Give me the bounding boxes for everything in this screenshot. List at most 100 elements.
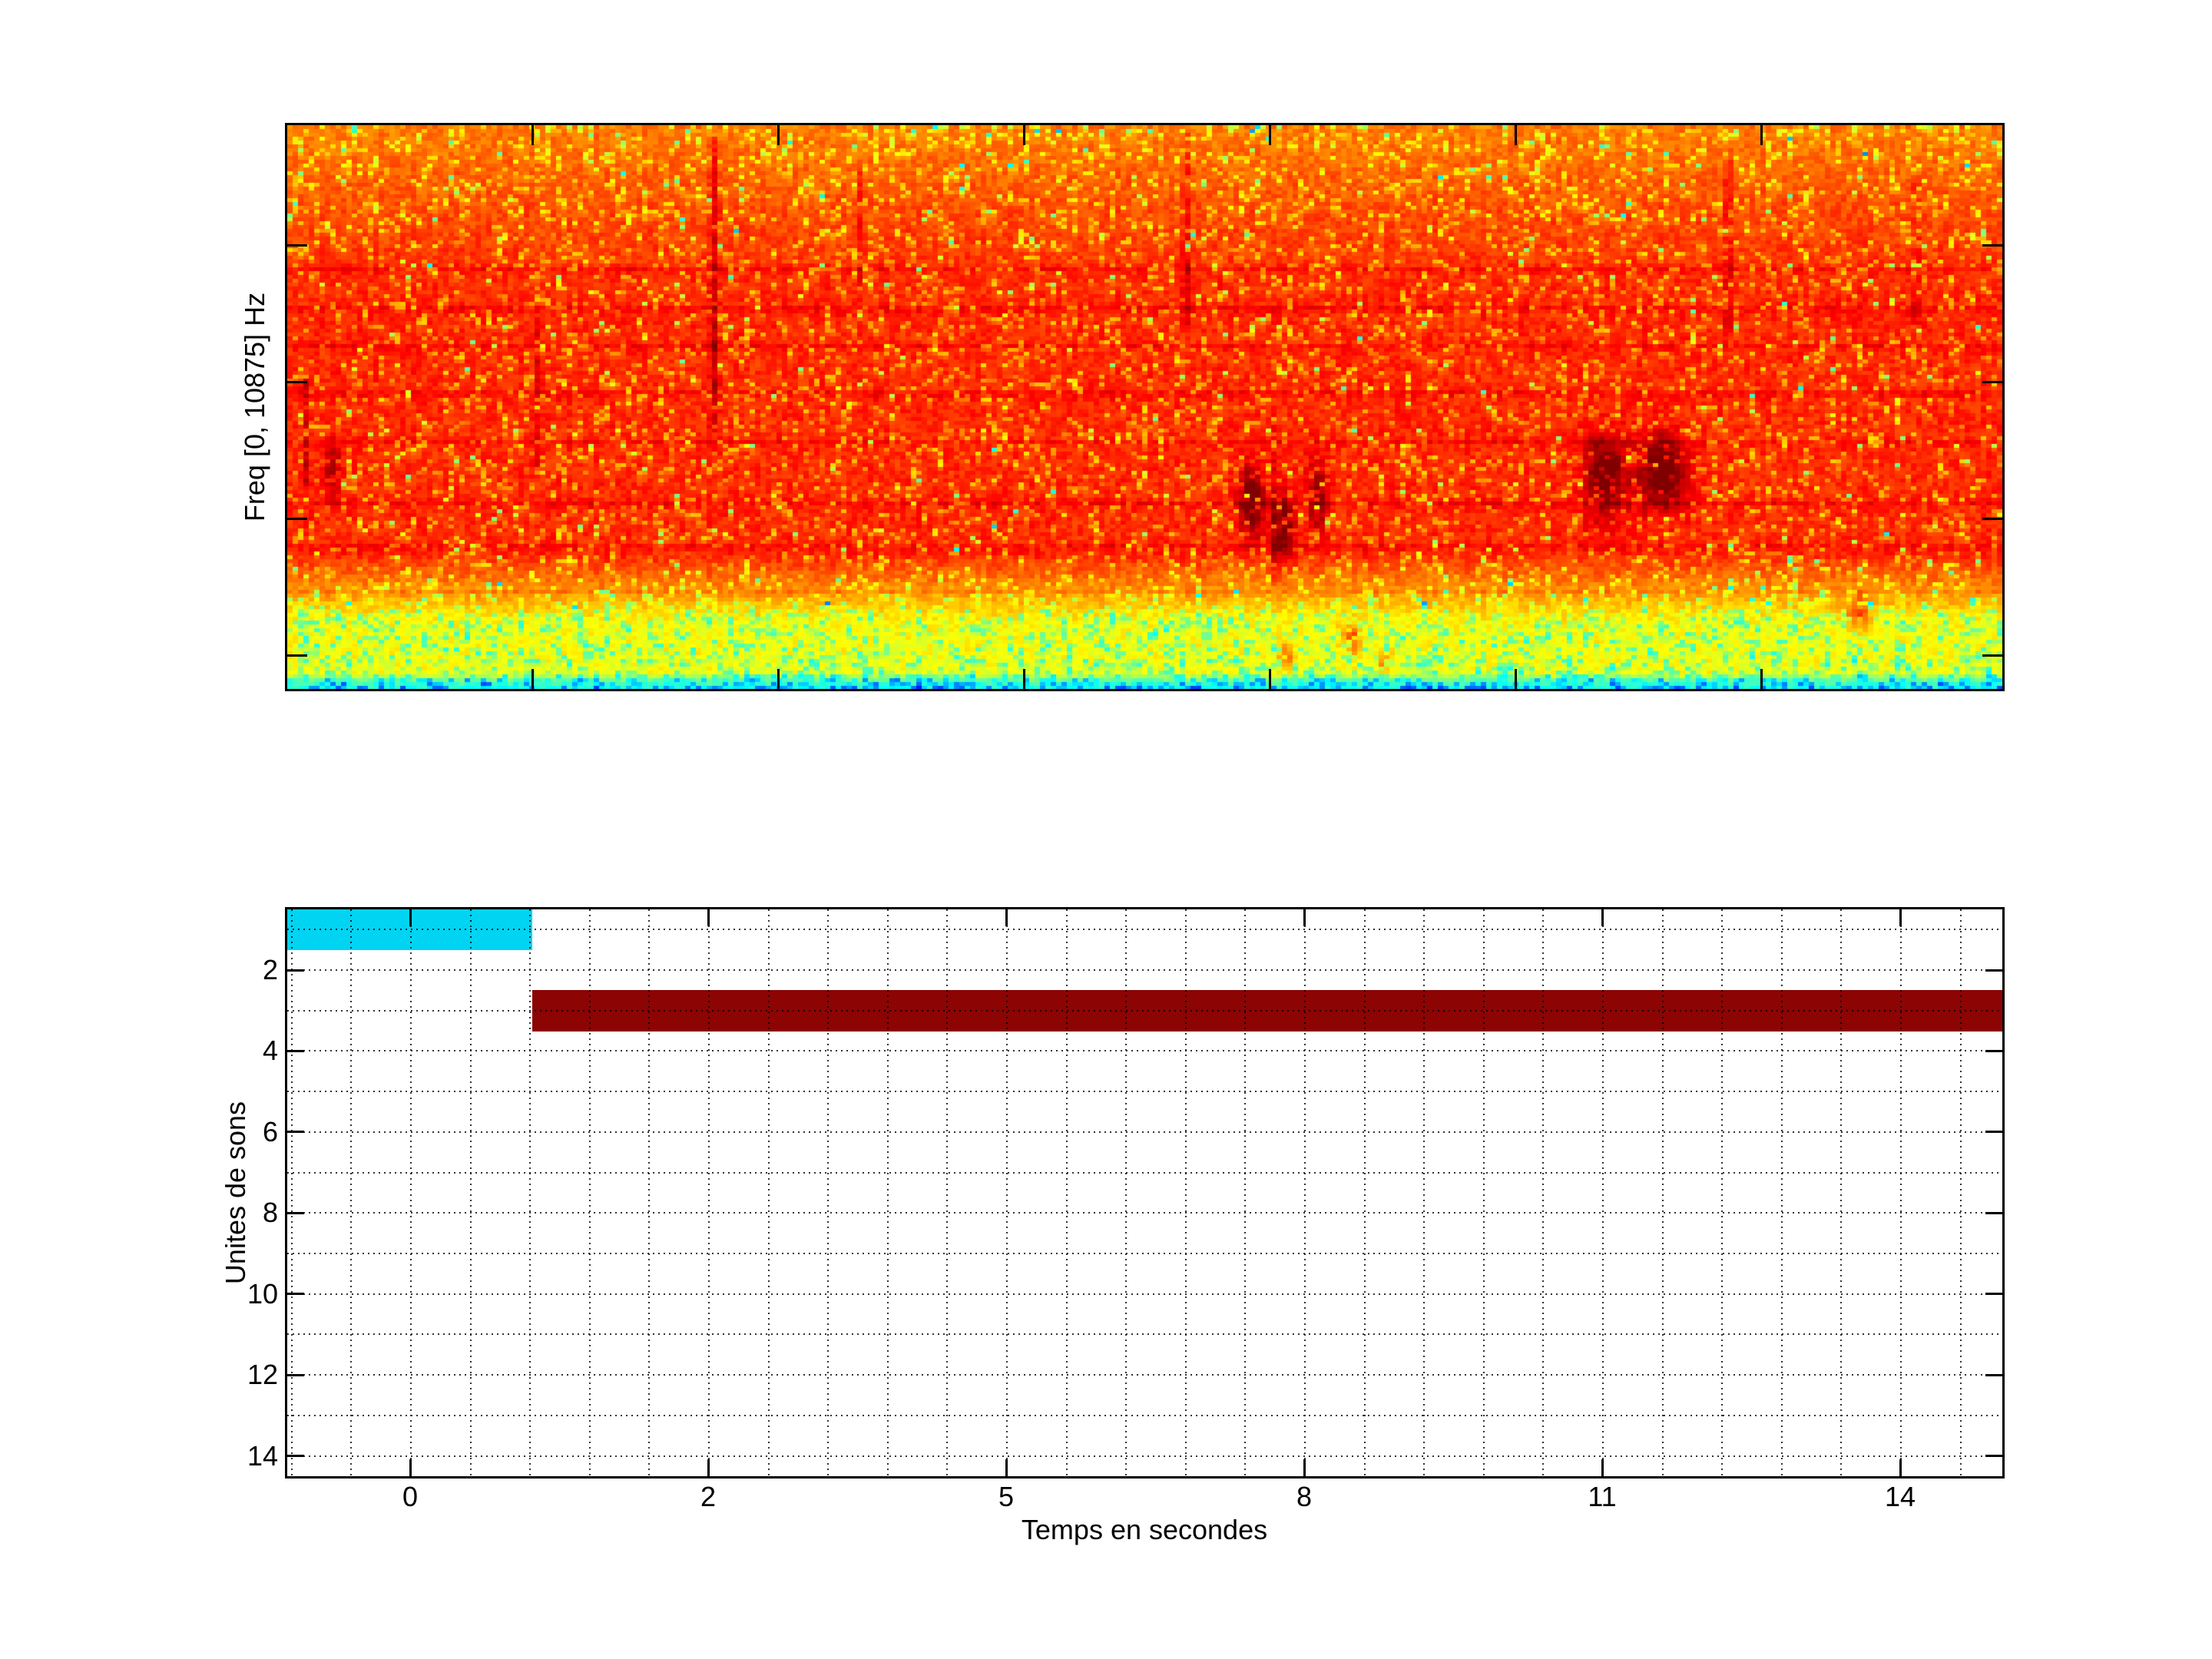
grid-line-vertical bbox=[1482, 909, 1485, 1476]
y-tick-right bbox=[1985, 969, 2002, 972]
y-tick-label: 6 bbox=[262, 1115, 278, 1147]
x-tick-top bbox=[409, 909, 412, 926]
y-tick-label: 12 bbox=[247, 1359, 278, 1391]
y-tick-left bbox=[287, 969, 304, 972]
grid-line-vertical bbox=[886, 909, 889, 1476]
timeline-axes bbox=[285, 907, 2005, 1479]
x-tick-top bbox=[707, 909, 710, 926]
y-tick-label: 10 bbox=[247, 1277, 278, 1310]
spec-y-tick-left bbox=[287, 517, 307, 520]
grid-line-horizontal bbox=[287, 1455, 2002, 1457]
y-tick-left bbox=[287, 1049, 304, 1052]
y-tick-label: 2 bbox=[262, 954, 278, 986]
timeline-x-axis-label: Temps en secondes bbox=[1021, 1514, 1268, 1545]
spectrogram-image bbox=[287, 125, 2002, 689]
spec-y-tick-left bbox=[287, 243, 307, 247]
grid-line-vertical bbox=[1542, 909, 1545, 1476]
grid-line-vertical bbox=[588, 909, 591, 1476]
spec-x-tick-top bbox=[1268, 125, 1271, 145]
y-tick-left bbox=[287, 1455, 304, 1458]
spec-x-tick-top bbox=[1022, 125, 1025, 145]
y-tick-right bbox=[1985, 1455, 2002, 1458]
spec-x-tick-bottom bbox=[1514, 669, 1517, 689]
y-tick-left bbox=[287, 1211, 304, 1214]
y-tick-left bbox=[287, 1373, 304, 1376]
y-tick-right bbox=[1985, 1131, 2002, 1134]
grid-line-vertical bbox=[1780, 909, 1783, 1476]
grid-line-horizontal bbox=[287, 969, 2002, 972]
grid-line-vertical bbox=[1244, 909, 1247, 1476]
grid-line-horizontal bbox=[287, 1374, 2002, 1376]
spec-x-tick-top bbox=[1760, 125, 1763, 145]
x-tick-label: 11 bbox=[1588, 1481, 1617, 1512]
spec-y-tick-right bbox=[1982, 243, 2002, 247]
grid-line-vertical bbox=[1006, 909, 1008, 1476]
grid-line-vertical bbox=[410, 909, 412, 1476]
grid-line-vertical bbox=[1065, 909, 1068, 1476]
grid-line-horizontal bbox=[287, 1212, 2002, 1214]
grid-line-vertical bbox=[350, 909, 353, 1476]
spec-x-tick-bottom bbox=[1760, 669, 1763, 689]
x-tick-label: 14 bbox=[1884, 1481, 1916, 1512]
spec-y-tick-left bbox=[287, 380, 307, 383]
x-tick-bottom bbox=[409, 1459, 412, 1476]
grid-line-vertical bbox=[708, 909, 710, 1476]
grid-line-horizontal bbox=[287, 1009, 2002, 1012]
grid-line-vertical bbox=[1900, 909, 1902, 1476]
grid-line-vertical bbox=[469, 909, 472, 1476]
x-tick-label: 8 bbox=[1296, 1481, 1313, 1512]
x-tick-top bbox=[1601, 909, 1604, 926]
y-tick-right bbox=[1985, 1373, 2002, 1376]
grid-line-horizontal bbox=[287, 1050, 2002, 1052]
x-tick-bottom bbox=[707, 1459, 710, 1476]
grid-line-vertical bbox=[1363, 909, 1366, 1476]
x-tick-bottom bbox=[1303, 1459, 1306, 1476]
grid-line-vertical bbox=[648, 909, 651, 1476]
spec-x-tick-top bbox=[531, 125, 534, 145]
grid-line-vertical bbox=[827, 909, 830, 1476]
y-tick-right bbox=[1985, 1293, 2002, 1296]
x-tick-top bbox=[1303, 909, 1306, 926]
spec-x-tick-bottom bbox=[1022, 669, 1025, 689]
grid-line-vertical bbox=[1721, 909, 1724, 1476]
y-tick-label: 14 bbox=[247, 1439, 278, 1472]
grid-line-horizontal bbox=[287, 1171, 2002, 1174]
grid-line-horizontal bbox=[287, 1131, 2002, 1133]
grid-line-vertical bbox=[1304, 909, 1306, 1476]
grid-line-vertical bbox=[1661, 909, 1664, 1476]
grid-line-horizontal bbox=[287, 1091, 2002, 1093]
grid-line-vertical bbox=[529, 909, 531, 1476]
grid-line-horizontal bbox=[287, 929, 2002, 931]
y-tick-left bbox=[287, 1131, 304, 1134]
spec-y-tick-right bbox=[1982, 517, 2002, 520]
spectrogram-plot-area bbox=[287, 125, 2002, 689]
spectrogram-axes bbox=[285, 123, 2005, 691]
spectrogram-y-axis-label: Freq [0, 10875] Hz bbox=[239, 292, 270, 522]
grid-line-vertical bbox=[1602, 909, 1604, 1476]
spec-x-tick-bottom bbox=[777, 669, 780, 689]
spec-y-tick-left bbox=[287, 654, 307, 657]
grid-line-vertical bbox=[290, 909, 293, 1476]
x-tick-top bbox=[1005, 909, 1008, 926]
spec-y-tick-right bbox=[1982, 654, 2002, 657]
x-tick-bottom bbox=[1899, 1459, 1902, 1476]
spec-y-tick-right bbox=[1982, 380, 2002, 383]
x-tick-label: 2 bbox=[700, 1481, 717, 1512]
x-tick-bottom bbox=[1601, 1459, 1604, 1476]
grid-line-vertical bbox=[1840, 909, 1843, 1476]
x-tick-label: 5 bbox=[998, 1481, 1015, 1512]
grid-line-vertical bbox=[946, 909, 949, 1476]
spec-x-tick-top bbox=[1514, 125, 1517, 145]
timeline-plot-area bbox=[287, 909, 2002, 1476]
grid-line-vertical bbox=[1125, 909, 1128, 1476]
grid-line-vertical bbox=[767, 909, 770, 1476]
y-tick-label: 4 bbox=[262, 1035, 278, 1067]
spec-x-tick-bottom bbox=[1268, 669, 1271, 689]
grid-line-vertical bbox=[1184, 909, 1187, 1476]
grid-line-vertical bbox=[1423, 909, 1426, 1476]
grid-line-horizontal bbox=[287, 1333, 2002, 1336]
y-tick-label: 8 bbox=[262, 1197, 278, 1229]
grid-line-horizontal bbox=[287, 1253, 2002, 1255]
x-tick-label: 0 bbox=[402, 1481, 419, 1512]
y-tick-right bbox=[1985, 1049, 2002, 1052]
